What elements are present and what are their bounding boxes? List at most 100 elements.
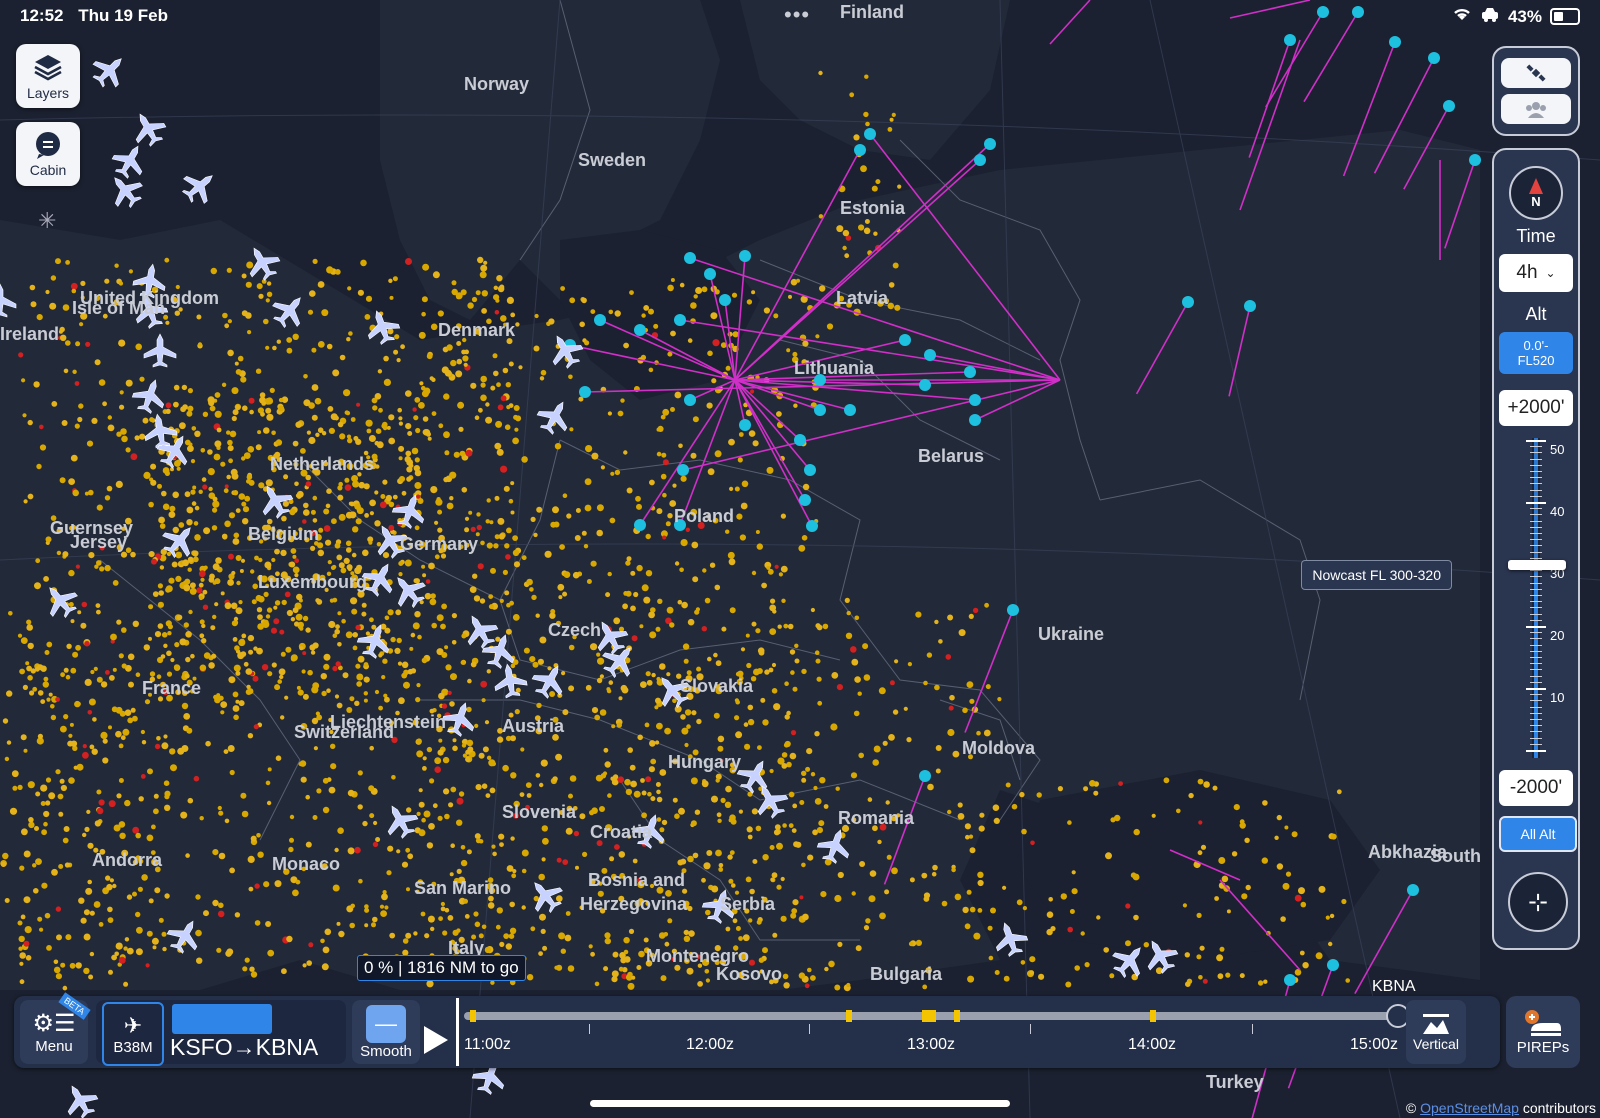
recenter-button[interactable]: ⊹ [1508, 872, 1568, 932]
turbulence-dot [42, 681, 49, 688]
map-canvas[interactable]: Norway Sweden Estonia Latvia Lithuania D… [0, 0, 1600, 1118]
satellite-toggle-button[interactable] [1501, 58, 1571, 88]
home-indicator[interactable] [590, 1100, 1010, 1107]
turbulence-dot [389, 932, 396, 939]
turbulence-dot [12, 785, 18, 791]
place-label: Luxembourg [258, 572, 367, 592]
turbulence-dot [1038, 973, 1045, 980]
turbulence-dot [346, 337, 351, 342]
aircraft-type-button[interactable]: ✈ B38M [102, 1002, 164, 1066]
turbulence-dot [224, 484, 229, 489]
turbulence-dot [358, 878, 363, 884]
turbulence-dot [596, 529, 603, 537]
turbulence-dot [215, 557, 222, 564]
turbulence-dot [447, 915, 454, 921]
layers-button[interactable]: Layers [16, 44, 80, 108]
turbulence-dot [412, 407, 417, 412]
turbulence-dot [632, 858, 638, 864]
altitude-tick [1530, 464, 1542, 466]
turbulence-dot [256, 833, 261, 838]
turbulence-dot [798, 544, 806, 552]
flight-number-field[interactable] [172, 1004, 272, 1034]
turbulence-dot [323, 508, 330, 515]
pirep-point [814, 404, 826, 416]
pireps-button[interactable]: PIREPs [1506, 996, 1580, 1068]
vertical-profile-button[interactable]: Vertical [1406, 1000, 1466, 1064]
turbulence-dot [19, 865, 25, 871]
time-window-dropdown[interactable]: 4h ⌄ [1499, 254, 1573, 292]
turbulence-dot [202, 604, 209, 610]
turbulence-dot [530, 516, 536, 523]
people-icon [1526, 102, 1546, 118]
turbulence-dot [1185, 981, 1191, 987]
place-label: Ireland [0, 324, 59, 344]
turbulence-dot [105, 875, 111, 881]
cabin-button[interactable]: Cabin [16, 122, 80, 186]
lower-offset-button[interactable]: -2000' [1499, 770, 1573, 806]
turbulence-dot [339, 433, 346, 440]
turbulence-dot [584, 478, 592, 486]
turbulence-dot [223, 749, 229, 754]
turbulence-dot [413, 931, 418, 936]
turbulence-dot [108, 800, 116, 808]
altitude-slider-handle[interactable] [1508, 560, 1566, 570]
turbulence-dot [780, 876, 785, 882]
turbulence-dot [4, 756, 10, 762]
osm-link[interactable]: OpenStreetMap [1420, 1100, 1519, 1116]
turbulence-dot [938, 639, 943, 644]
timeline-playhead[interactable] [456, 998, 459, 1066]
turbulence-dot [520, 747, 525, 752]
turbulence-dot [312, 258, 318, 264]
turbulence-dot [696, 718, 702, 725]
turbulence-dot [250, 569, 255, 574]
turbulence-dot [966, 681, 974, 688]
turbulence-dot [623, 342, 629, 349]
turbulence-dot [505, 628, 512, 635]
pirep-point [674, 314, 686, 326]
turbulence-dot [1184, 952, 1191, 958]
compass-button[interactable]: N [1509, 166, 1563, 220]
turbulence-dot [398, 421, 403, 426]
turbulence-dot [1202, 978, 1208, 984]
turbulence-dot [127, 653, 135, 661]
turbulence-dot [221, 382, 227, 387]
altitude-range-button[interactable]: 0.0'- FL520 [1499, 332, 1573, 374]
turbulence-dot [804, 983, 810, 989]
turbulence-dot [755, 628, 761, 634]
turbulence-dot [603, 966, 609, 972]
turbulence-dot [728, 558, 736, 566]
flight-selector[interactable]: ✈ B38M KSFO→KBNA [96, 1000, 346, 1066]
turbulence-dot [26, 624, 33, 631]
turbulence-dot [128, 681, 134, 688]
turbulence-dot [641, 584, 649, 592]
place-label: Hungary [668, 752, 741, 772]
place-label: Romania [838, 808, 915, 828]
smooth-button[interactable]: — Smooth [352, 1000, 420, 1064]
timeline-scrubber[interactable]: 11:00z 12:00z 13:00z 14:00z 15:00z [424, 996, 1414, 1068]
turbulence-dot [623, 937, 630, 944]
turbulence-dot [867, 797, 873, 802]
menu-button[interactable]: BETA ⚙☰ Menu [20, 992, 91, 1064]
turbulence-dot [212, 849, 219, 856]
turbulence-dot [337, 642, 342, 647]
turbulence-dot [381, 675, 386, 680]
turbulence-dot [1105, 852, 1112, 860]
turbulence-dot [245, 689, 252, 695]
multitasking-dots[interactable]: ••• [784, 2, 810, 28]
turbulence-dot [948, 705, 954, 711]
turbulence-dot [332, 884, 340, 892]
turbulence-dot [231, 415, 237, 422]
upper-offset-button[interactable]: +2000' [1499, 390, 1573, 426]
turbulence-dot [23, 940, 30, 947]
turbulence-dot [923, 892, 931, 899]
turbulence-dot [245, 668, 253, 675]
turbulence-dot [796, 278, 800, 283]
turbulence-dot [346, 564, 353, 571]
turbulence-dot [138, 796, 144, 802]
turbulence-dot [83, 967, 90, 975]
group-toggle-button[interactable] [1501, 94, 1571, 124]
play-icon[interactable] [424, 1026, 448, 1054]
turbulence-dot [266, 413, 274, 421]
turbulence-dot [240, 558, 246, 563]
all-alt-button[interactable]: All Alt [1499, 816, 1577, 852]
